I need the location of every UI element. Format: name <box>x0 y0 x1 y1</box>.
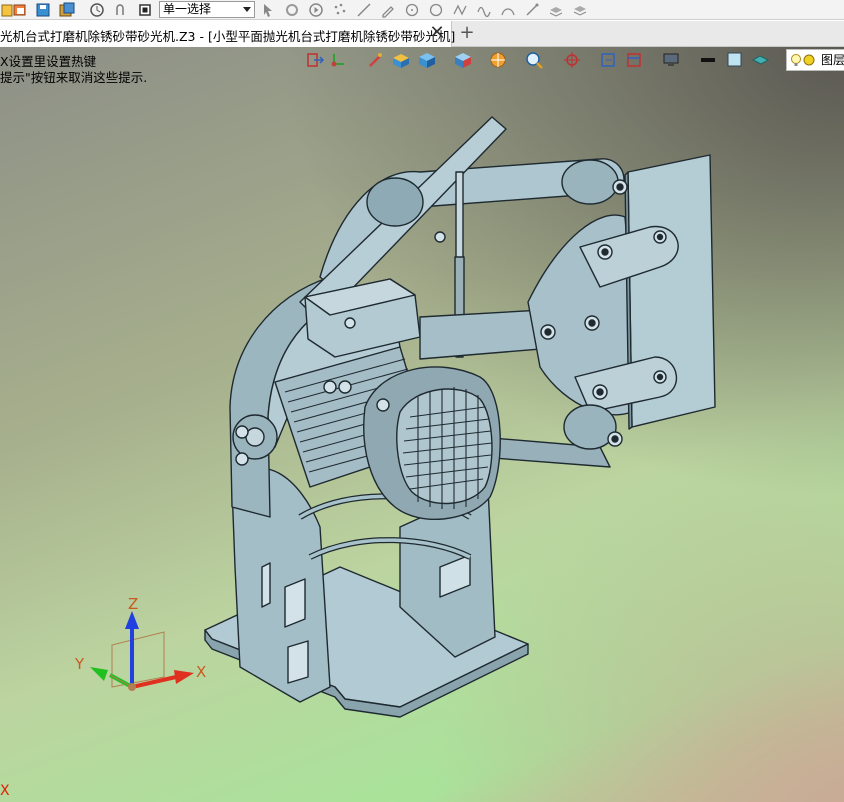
pointer-icon[interactable] <box>260 2 276 18</box>
new-tab-button[interactable]: + <box>458 22 476 44</box>
cube-icon[interactable] <box>416 50 438 70</box>
color-swatch-icon[interactable] <box>724 50 746 70</box>
roller-top <box>561 159 619 205</box>
y-axis-label: Y <box>74 655 85 673</box>
bulb-icon <box>791 54 815 66</box>
wheel-icon[interactable] <box>488 50 510 70</box>
close-icon[interactable]: ✕ <box>428 23 446 43</box>
x-axis-label: X <box>196 663 206 681</box>
history-icon[interactable] <box>89 2 105 18</box>
document-tab-bar: 光机台式打磨机除锈砂带砂光机.Z3 - [小型平面抛光机台式打磨机除锈砂带砂光机… <box>0 21 844 47</box>
circle-icon[interactable] <box>404 2 420 18</box>
save-all-icon[interactable] <box>59 2 75 18</box>
monitor-icon[interactable] <box>662 50 684 70</box>
pencil-icon[interactable] <box>380 2 396 18</box>
points-icon[interactable] <box>332 2 348 18</box>
axis-toggle-icon[interactable] <box>328 50 350 70</box>
layers-button[interactable]: 图层 <box>786 49 844 71</box>
stop-icon[interactable] <box>137 2 153 18</box>
view-cube-icon[interactable] <box>452 50 474 70</box>
frame-icon[interactable] <box>624 50 646 70</box>
document-tab-title: 光机台式打磨机除锈砂带砂光机.Z3 - [小型平面抛光机台式打磨机除锈砂带砂光机… <box>0 29 456 44</box>
z-axis-label: Z <box>128 597 138 613</box>
front-leg-window-2 <box>287 640 309 684</box>
crosshair-icon[interactable] <box>562 50 584 70</box>
stack-icon[interactable] <box>548 2 564 18</box>
select-mode-dropdown[interactable]: 单一选择 <box>159 1 255 18</box>
line-style-icon[interactable] <box>698 50 720 70</box>
front-leg-window-3 <box>261 562 271 608</box>
roller-rear <box>366 177 424 227</box>
3d-viewport[interactable]: X设置里设置热键 提示"按钮来取消这些提示. 图层 Z X Y X <box>0 47 844 802</box>
play-icon[interactable] <box>308 2 324 18</box>
box-icon[interactable] <box>390 50 412 70</box>
select-mode-value: 单一选择 <box>163 2 212 16</box>
wand-icon[interactable] <box>500 2 516 18</box>
document-tab[interactable]: 光机台式打磨机除锈砂带砂光机.Z3 - [小型平面抛光机台式打磨机除锈砂带砂光机… <box>0 21 456 47</box>
surface-icon[interactable] <box>750 50 772 70</box>
main-toolbar: 单一选择 <box>0 0 844 20</box>
save-icon[interactable] <box>35 2 51 18</box>
stack-icon[interactable] <box>572 2 588 18</box>
zoom-icon[interactable] <box>524 50 546 70</box>
chevron-down-icon <box>243 7 251 12</box>
front-leg-window-1 <box>284 578 306 628</box>
drive-pulley-hub <box>245 427 265 447</box>
hint-text-line-2: 提示"按钮来取消这些提示. <box>0 70 148 85</box>
layers-icon[interactable] <box>524 2 540 18</box>
arc-icon[interactable] <box>476 2 492 18</box>
polyline-icon[interactable] <box>428 2 444 18</box>
open-file-icon[interactable] <box>12 2 28 18</box>
layers-label: 图层 <box>821 53 844 67</box>
exit-icon[interactable] <box>304 50 326 70</box>
refresh-icon[interactable] <box>598 50 620 70</box>
grip-icon[interactable] <box>284 2 300 18</box>
undo-icon[interactable] <box>113 2 129 18</box>
axis-triad: Z X Y <box>74 597 206 691</box>
brush-icon[interactable] <box>364 50 386 70</box>
line-icon[interactable] <box>356 2 372 18</box>
spline-icon[interactable] <box>452 2 468 18</box>
corner-x-label: X <box>0 783 10 799</box>
